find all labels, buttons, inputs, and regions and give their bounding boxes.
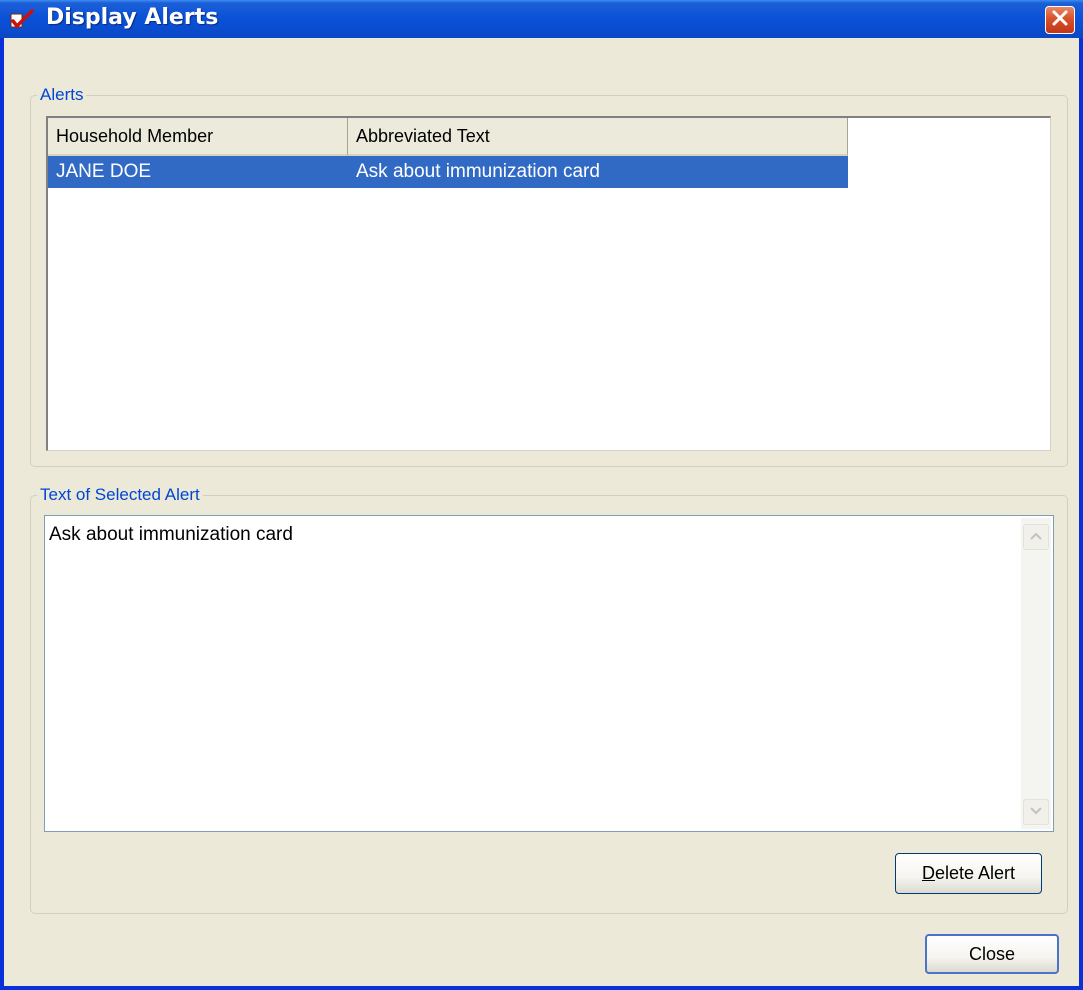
chevron-up-icon bbox=[1029, 528, 1043, 546]
alerts-group-legend: Alerts bbox=[37, 85, 87, 105]
delete-alert-label: elete Alert bbox=[934, 863, 1016, 883]
scroll-up-button[interactable] bbox=[1023, 524, 1049, 550]
delete-alert-mnemonic: D bbox=[921, 863, 935, 883]
alert-row-text: Ask about immunization card bbox=[356, 161, 600, 182]
selected-alert-group-legend: Text of Selected Alert bbox=[37, 485, 203, 505]
column-header-abbreviated-text[interactable]: Abbreviated Text bbox=[348, 118, 848, 156]
close-button-label: Close bbox=[968, 944, 1016, 964]
close-button[interactable]: Close bbox=[925, 934, 1059, 974]
alert-row-member: JANE DOE bbox=[56, 161, 152, 182]
alerts-list-header: Household Member Abbreviated Text bbox=[48, 118, 848, 156]
alert-row[interactable]: JANE DOE Ask about immunization card bbox=[48, 156, 848, 188]
scroll-down-button[interactable] bbox=[1023, 799, 1049, 825]
selected-alert-text-field[interactable]: Ask about immunization card bbox=[44, 515, 1054, 832]
window-title: Display Alerts bbox=[46, 5, 219, 30]
chevron-down-icon bbox=[1029, 803, 1043, 821]
delete-alert-button[interactable]: Delete Alert bbox=[895, 853, 1042, 894]
vertical-scrollbar[interactable] bbox=[1021, 518, 1051, 829]
column-header-household-member[interactable]: Household Member bbox=[48, 118, 348, 156]
close-icon bbox=[1051, 9, 1069, 32]
alerts-list[interactable]: Household Member Abbreviated Text JANE D… bbox=[46, 116, 1051, 451]
close-window-button[interactable] bbox=[1045, 6, 1075, 34]
selected-alert-text: Ask about immunization card bbox=[49, 524, 293, 545]
title-bar[interactable]: Display Alerts bbox=[0, 0, 1083, 38]
app-icon bbox=[10, 8, 36, 30]
